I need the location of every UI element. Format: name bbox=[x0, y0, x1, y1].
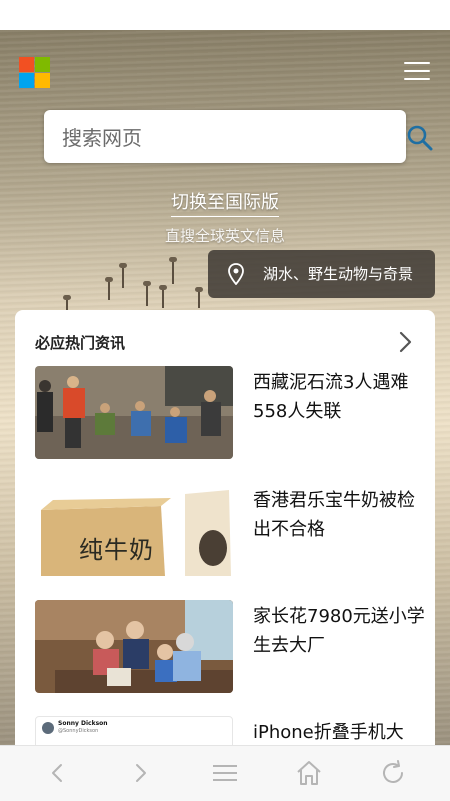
flamingo bbox=[119, 263, 127, 288]
avatar bbox=[42, 722, 54, 734]
logo-square-green bbox=[35, 57, 50, 72]
news-headline: 香港君乐宝牛奶被检出不合格 bbox=[253, 490, 415, 540]
news-card: 必应热门资讯 西藏泥石流3人遇难558人失联 纯牛奶 香港君乐宝牛奶被检出不合格… bbox=[15, 310, 435, 750]
back-icon[interactable] bbox=[42, 758, 72, 788]
news-thumbnail bbox=[35, 366, 233, 459]
tweet-author: Sonny Dickson bbox=[58, 720, 108, 727]
news-headline: 家长花7980元送小学生去大厂 bbox=[253, 606, 425, 656]
tweet-handle: @SonnyDickson bbox=[58, 728, 99, 734]
news-headline: iPhone折叠手机大 bbox=[253, 722, 404, 743]
switch-international-label[interactable]: 切换至国际版 bbox=[171, 192, 279, 217]
status-bar bbox=[0, 0, 450, 30]
location-pin-icon bbox=[228, 263, 244, 285]
news-item[interactable]: 西藏泥石流3人遇难558人失联 bbox=[35, 366, 425, 461]
hamburger-icon[interactable] bbox=[404, 62, 430, 84]
forward-icon[interactable] bbox=[126, 758, 156, 788]
search-input[interactable] bbox=[60, 110, 354, 165]
flamingo bbox=[159, 285, 167, 308]
flamingo bbox=[169, 257, 177, 284]
flamingo bbox=[105, 277, 113, 300]
news-item[interactable]: 家长花7980元送小学生去大厂 bbox=[35, 600, 425, 695]
flamingo bbox=[143, 281, 151, 306]
news-item[interactable]: 纯牛奶 香港君乐宝牛奶被检出不合格 bbox=[35, 484, 425, 579]
image-info-button[interactable]: 湖水、野生动物与奇景 bbox=[208, 250, 435, 298]
search-box bbox=[44, 110, 433, 165]
news-headline: 西藏泥石流3人遇难558人失联 bbox=[253, 372, 409, 422]
menu-icon[interactable] bbox=[210, 758, 240, 788]
news-thumbnail: 纯牛奶 bbox=[35, 484, 233, 577]
news-thumbnail bbox=[35, 600, 233, 693]
news-section-title: 必应热门资讯 bbox=[35, 334, 126, 352]
flamingo bbox=[195, 287, 203, 308]
bottom-navigation bbox=[0, 745, 450, 801]
home-icon[interactable] bbox=[294, 758, 324, 788]
chevron-right-icon[interactable] bbox=[396, 330, 414, 354]
international-subtitle: 直搜全球英文信息 bbox=[164, 227, 285, 245]
image-caption-text: 湖水、野生动物与奇景 bbox=[263, 265, 414, 283]
logo-square-red bbox=[19, 57, 34, 72]
refresh-icon[interactable] bbox=[378, 758, 408, 788]
search-icon[interactable] bbox=[406, 124, 434, 152]
switch-international-link[interactable]: 切换至国际版 bbox=[0, 188, 450, 217]
microsoft-logo[interactable] bbox=[19, 57, 50, 88]
milk-box-label: 纯牛奶 bbox=[79, 536, 154, 564]
logo-square-blue bbox=[19, 73, 34, 88]
logo-square-yellow bbox=[35, 73, 50, 88]
